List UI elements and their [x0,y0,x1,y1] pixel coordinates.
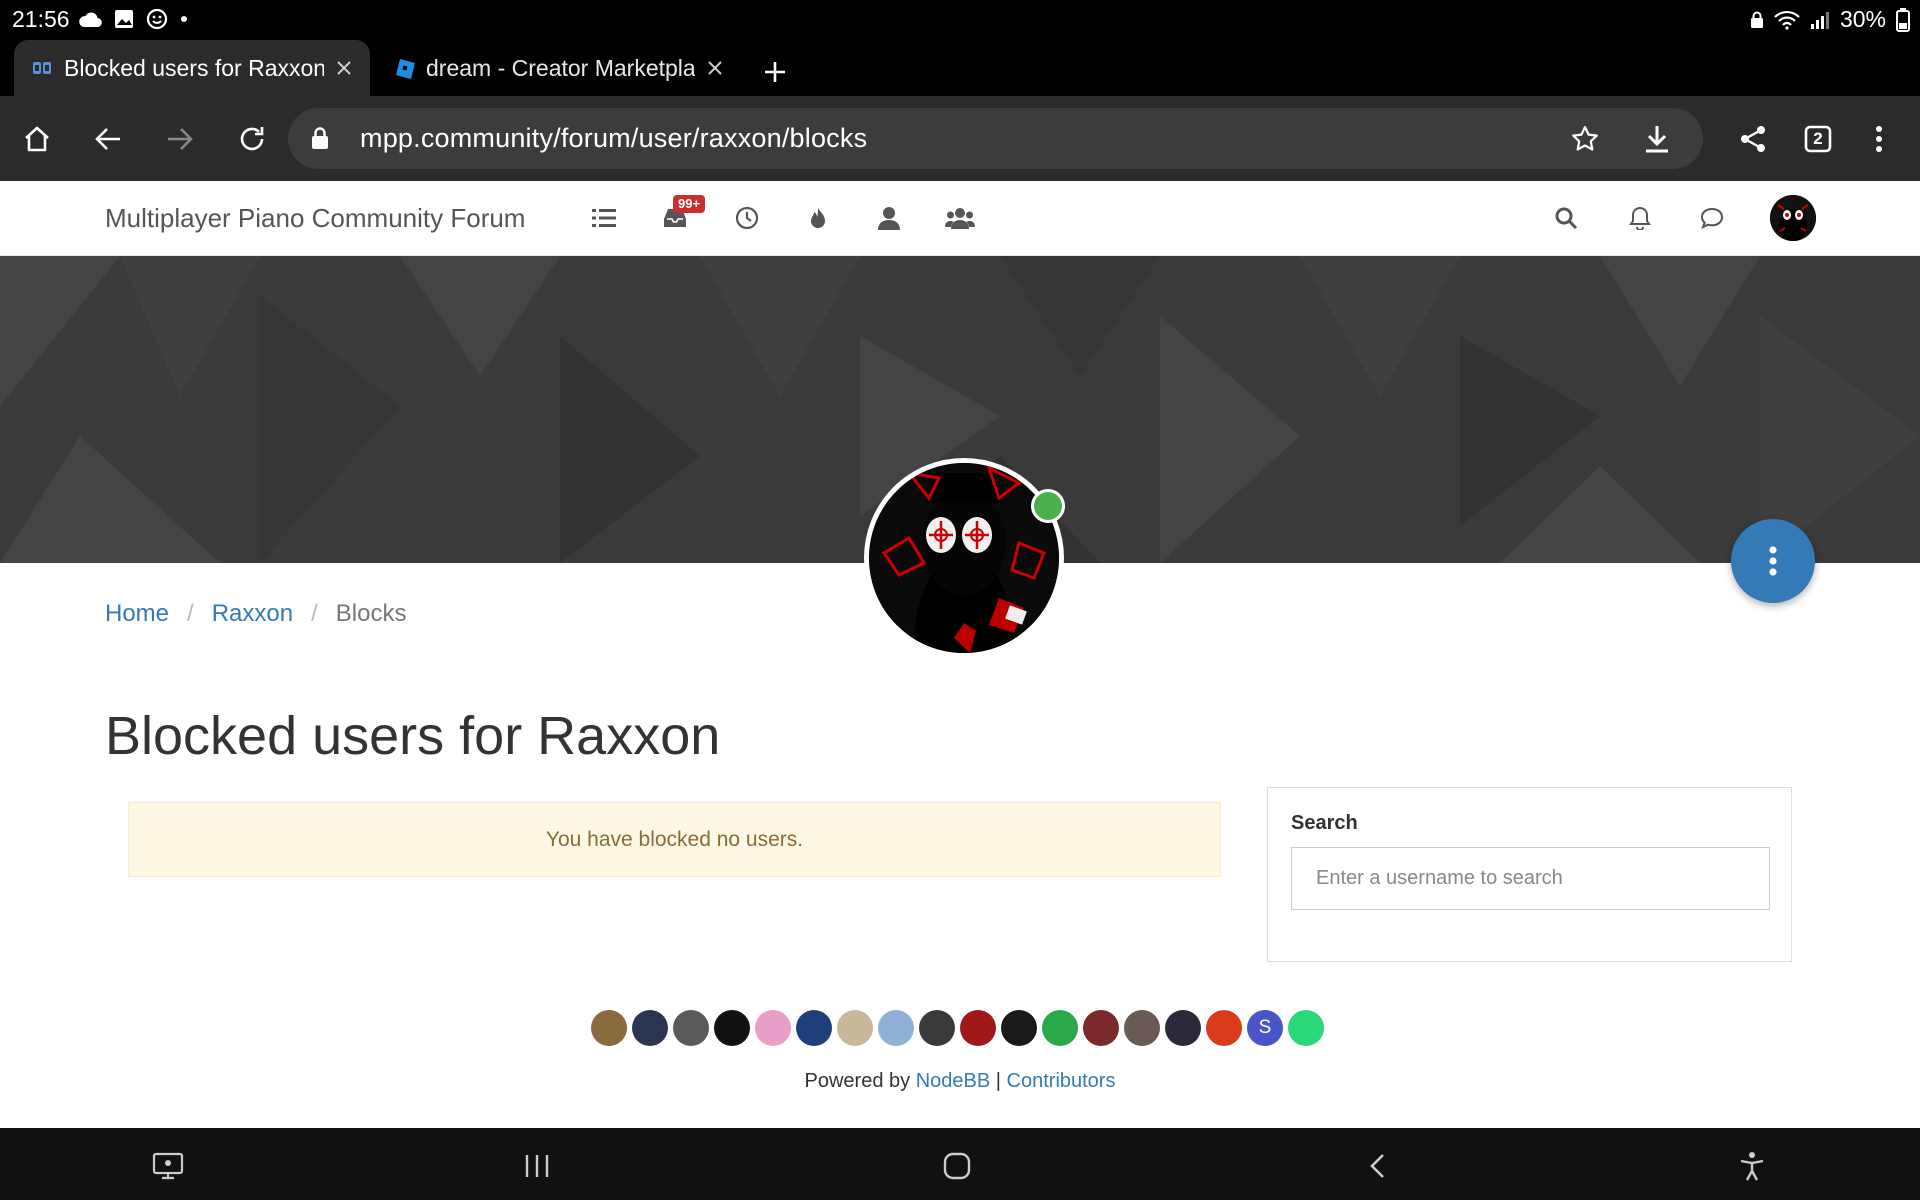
contributor-avatar[interactable] [796,1010,832,1046]
user-menu-avatar[interactable] [1770,195,1816,241]
close-icon[interactable] [324,48,364,88]
forum-brand[interactable]: Multiplayer Piano Community Forum [105,203,525,234]
home-circle-icon[interactable] [935,1144,979,1188]
cloud-icon [78,10,102,28]
contributor-avatar[interactable] [1288,1010,1324,1046]
online-status-dot [1031,489,1065,523]
page-title: Blocked users for Raxxon [105,706,721,766]
contributors-avatars: S [591,1010,1324,1046]
contributors-link[interactable]: Contributors [1007,1070,1116,1092]
contributor-avatar[interactable] [837,1010,873,1046]
powered-by-text: Powered by [804,1070,911,1092]
status-bar: 21:56 30% [0,0,1920,38]
system-navigation-bar [0,1128,1920,1200]
footer-divider: | [995,1070,1001,1092]
recent-clock-icon[interactable] [732,203,762,233]
url-text: mpp.community/forum/user/raxxon/blocks [360,123,868,153]
search-icon[interactable] [1551,203,1581,233]
groups-icon[interactable] [945,203,975,233]
tab-blocked-users[interactable]: Blocked users for Raxxon [14,40,370,96]
tab-dream-marketplace[interactable]: dream - Creator Marketplace [376,40,741,96]
breadcrumb: Home / Raxxon / Blocks [105,600,406,628]
nodebb-icon [32,58,52,78]
lock-status-icon [1750,11,1764,29]
contributor-avatar[interactable] [1206,1010,1242,1046]
battery-icon [1896,7,1910,32]
categories-list-icon[interactable] [589,203,619,233]
breadcrumb-user[interactable]: Raxxon [212,600,293,628]
user-search-panel: Search [1267,787,1792,962]
contributor-avatar[interactable] [591,1010,627,1046]
contributor-avatar[interactable] [919,1010,955,1046]
empty-blocks-alert: You have blocked no users. [128,802,1221,877]
forward-icon[interactable] [155,114,205,164]
contributor-avatar[interactable] [1124,1010,1160,1046]
dot-icon [180,15,188,23]
breadcrumb-separator: / [311,600,318,627]
gallery-icon [114,9,134,29]
contributor-avatar[interactable] [714,1010,750,1046]
unread-badge: 99+ [673,195,706,213]
tab-strip: Blocked users for Raxxon dream - Creator… [0,38,1920,96]
popular-fire-icon[interactable] [803,203,833,233]
contributor-avatar[interactable] [673,1010,709,1046]
address-bar[interactable]: mpp.community/forum/user/raxxon/blocks [288,108,1703,169]
wifi-icon [1774,10,1800,30]
close-icon[interactable] [695,48,735,88]
recent-apps-icon[interactable] [515,1144,559,1188]
profile-avatar[interactable] [864,458,1064,658]
users-icon[interactable] [874,203,904,233]
forum-navbar: Multiplayer Piano Community Forum 99+ [0,181,1920,256]
tab-title: dream - Creator Marketplace [426,54,695,81]
status-time: 21:56 [12,6,70,32]
tab-title: Blocked users for Raxxon [64,54,324,81]
lock-icon [310,126,330,150]
contributor-avatar[interactable] [878,1010,914,1046]
tab-count: 2 [1813,129,1823,148]
new-tab-icon[interactable] [755,52,795,92]
contributor-avatar[interactable]: S [1247,1010,1283,1046]
browser-toolbar: mpp.community/forum/user/raxxon/blocks 2 [0,96,1920,181]
breadcrumb-home[interactable]: Home [105,600,169,628]
bookmark-star-icon[interactable] [1565,119,1605,159]
contributor-avatar[interactable] [755,1010,791,1046]
breadcrumb-separator: / [187,600,194,627]
signal-icon [1810,11,1830,29]
contributor-avatar[interactable] [632,1010,668,1046]
footer-powered-by: Powered by NodeBB | Contributors [0,1070,1920,1093]
download-icon[interactable] [1637,119,1677,159]
profile-actions-menu-button[interactable] [1731,519,1815,603]
contributor-initial: S [1258,1017,1272,1038]
nodebb-link[interactable]: NodeBB [916,1070,991,1092]
chat-bubble-icon[interactable] [1697,203,1727,233]
contributor-avatar[interactable] [1165,1010,1201,1046]
share-icon[interactable] [1728,114,1778,164]
system-back-icon[interactable] [1356,1144,1400,1188]
battery-text: 30% [1839,6,1886,32]
breadcrumb-current: Blocks [335,600,407,627]
contributor-avatar[interactable] [960,1010,996,1046]
reload-icon[interactable] [227,114,277,164]
more-menu-icon[interactable] [1854,114,1904,164]
screen-display-icon[interactable] [146,1144,190,1188]
contributor-avatar[interactable] [1042,1010,1078,1046]
tab-switcher-button[interactable]: 2 [1793,114,1843,164]
contributor-avatar[interactable] [1001,1010,1037,1046]
face-icon [146,8,168,30]
search-label: Search [1291,812,1358,834]
accessibility-icon[interactable] [1730,1144,1774,1188]
roblox-icon [394,58,415,79]
contributor-avatar[interactable] [1083,1010,1119,1046]
back-icon[interactable] [83,114,133,164]
notifications-bell-icon[interactable] [1625,203,1655,233]
username-search-input[interactable] [1291,847,1770,910]
home-icon[interactable] [12,114,62,164]
